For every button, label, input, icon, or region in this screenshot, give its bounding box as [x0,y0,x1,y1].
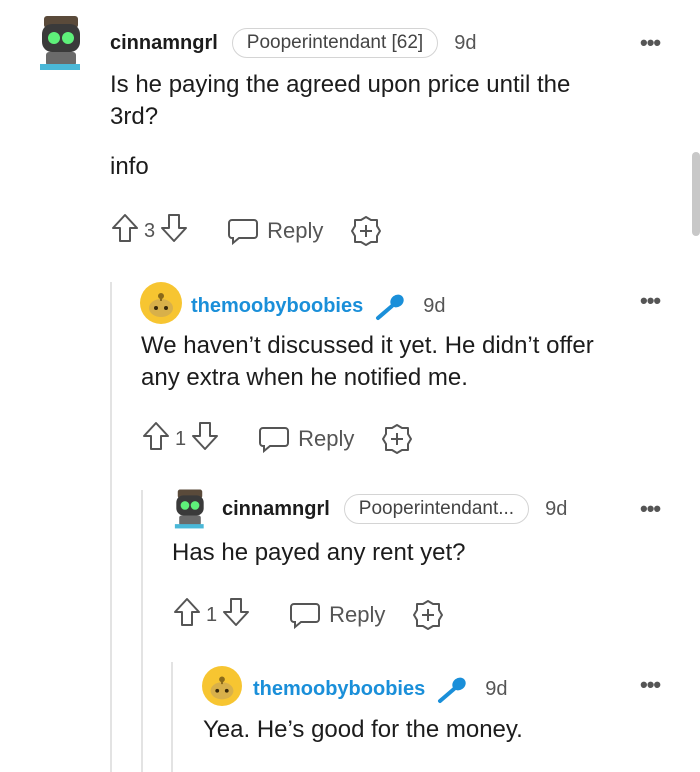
snoo-avatar-icon [210,676,234,700]
more-options-button[interactable]: ••• [640,288,661,314]
avatar[interactable] [140,282,182,324]
reply-icon [290,603,321,630]
more-options-button[interactable]: ••• [640,496,661,522]
award-icon[interactable] [349,214,383,248]
comment-body: We haven’t discussed it yet. He didn’t o… [141,332,594,391]
username[interactable]: themoobyboobies [191,295,363,318]
username[interactable]: cinnamngrl [222,498,330,521]
user-flair: Pooperintendant [62] [231,28,439,58]
avatar[interactable] [36,14,86,72]
avatar[interactable] [202,666,242,706]
comment-body: Has he payed any rent yet? [172,539,466,566]
user-flair: Pooperintendant... [343,494,530,524]
reply-button[interactable]: Reply [227,216,323,246]
vote-count: 1 [175,427,187,450]
thread-line[interactable] [171,662,173,772]
reply-icon [228,219,259,246]
downvote-icon[interactable] [190,420,220,458]
vote-count: 3 [144,219,156,242]
microphone-icon [435,674,469,704]
snoo-avatar-icon [149,293,173,317]
username[interactable]: themoobyboobies [253,678,425,701]
robot-avatar-icon [174,489,204,529]
award-icon[interactable] [411,598,445,632]
thread-line[interactable] [110,282,112,772]
more-options-button[interactable]: ••• [640,672,661,698]
upvote-icon[interactable] [141,420,171,458]
award-icon[interactable] [380,422,414,456]
vote-count: 1 [206,603,218,626]
downvote-icon[interactable] [221,596,251,634]
reply-button[interactable]: Reply [289,600,385,630]
thread-line[interactable] [141,490,143,772]
timestamp: 9d [545,497,568,520]
timestamp: 9d [485,677,508,700]
upvote-icon[interactable] [172,596,202,634]
microphone-icon [373,291,407,321]
upvote-icon[interactable] [110,212,140,250]
scrollbar[interactable] [692,152,700,236]
comment-body: Yea. He’s good for the money. [203,716,523,743]
reply-button[interactable]: Reply [258,424,354,454]
timestamp: 9d [454,31,477,54]
avatar[interactable] [172,488,208,530]
robot-avatar-icon [40,16,80,70]
comment-body: Is he paying the agreed upon price until… [110,71,571,180]
more-options-button[interactable]: ••• [640,30,661,56]
timestamp: 9d [423,294,446,317]
downvote-icon[interactable] [159,212,189,250]
username[interactable]: cinnamngrl [110,32,218,55]
reply-icon [259,427,290,454]
